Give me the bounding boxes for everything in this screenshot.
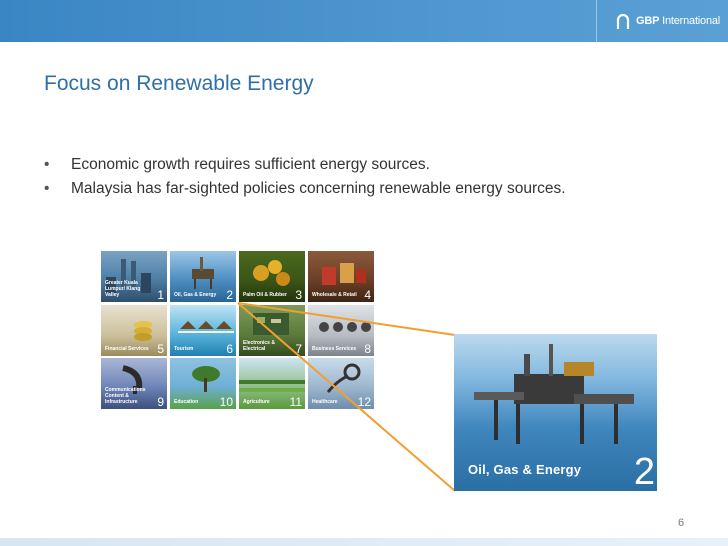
sector-label: Financial Services [105,346,149,352]
sector-tile-9: Communications Content & Infrastructure … [101,358,167,409]
sector-tile-1: Greater Kuala Lumpur/ Klang Valley 1 [101,251,167,302]
sector-tile-6: Tourism 6 [170,305,236,356]
brand-text: GBP International [636,15,720,27]
sector-tile-2: Oil, Gas & Energy 2 [170,251,236,302]
sector-label: Communications Content & Infrastructure [105,387,146,405]
bullet-text: Malaysia has far-sighted policies concer… [71,180,566,197]
sector-number: 12 [357,395,371,409]
sector-tile-5: Financial Services 5 [101,305,167,356]
sector-grid: Greater Kuala Lumpur/ Klang Valley 1 Oil… [101,251,374,411]
sector-number: 6 [226,342,233,356]
header-bar: GBP International [0,0,728,42]
bullet-list: • Economic growth requires sufficient ene… [44,156,566,204]
sector-number: 8 [364,342,371,356]
sector-number: 7 [295,342,302,356]
featured-label: Oil, Gas & Energy [468,462,582,477]
sector-number: 11 [289,395,302,409]
gbp-logo-icon [616,13,630,29]
sector-label: Oil, Gas & Energy [174,292,217,298]
sector-label: Wholesale & Retail [312,292,357,298]
sector-label: Education [174,399,199,405]
sector-number: 5 [157,342,164,356]
sector-tile-10: Education 10 [170,358,236,409]
featured-sector-image: Oil, Gas & Energy 2 [454,334,657,491]
page-number: 6 [678,517,685,529]
header-divider [596,0,597,42]
bullet-item: • Economic growth requires sufficient ene… [44,156,566,180]
sector-tile-7: Electronics & Electrical 7 [239,305,305,356]
featured-number: 2 [633,451,655,491]
sector-label: Electronics & Electrical [243,340,275,352]
sector-number: 4 [364,288,371,302]
sector-label: Business Services [312,346,357,352]
sector-number: 2 [226,288,233,302]
page-title: Focus on Renewable Energy [44,72,314,95]
sector-number: 3 [295,288,302,302]
sector-number: 9 [157,395,164,409]
sector-label: Greater Kuala Lumpur/ Klang Valley [105,280,141,298]
sector-number: 10 [219,395,233,409]
sector-tile-12: Healthcare 12 [308,358,374,409]
sector-label: Palm Oil & Rubber [243,292,287,298]
brand-name: GBP [636,15,660,27]
sector-tile-11: Agriculture 11 [239,358,305,409]
bullet-text: Economic growth requires sufficient ener… [71,156,430,173]
brand-logo: GBP International [616,12,720,30]
sector-number: 1 [157,288,164,302]
sector-label: Agriculture [243,399,270,405]
bullet-dot: • [44,156,50,173]
sector-label: Healthcare [312,399,338,405]
sector-tile-8: Business Services 8 [308,305,374,356]
brand-suffix: International [662,15,721,27]
sector-tile-4: Wholesale & Retail 4 [308,251,374,302]
bullet-dot: • [44,180,50,197]
footer-bar [0,538,728,546]
bullet-item: • Malaysia has far-sighted policies conce… [44,180,566,204]
sector-tile-3: Palm Oil & Rubber 3 [239,251,305,302]
sector-label: Tourism [174,346,194,352]
